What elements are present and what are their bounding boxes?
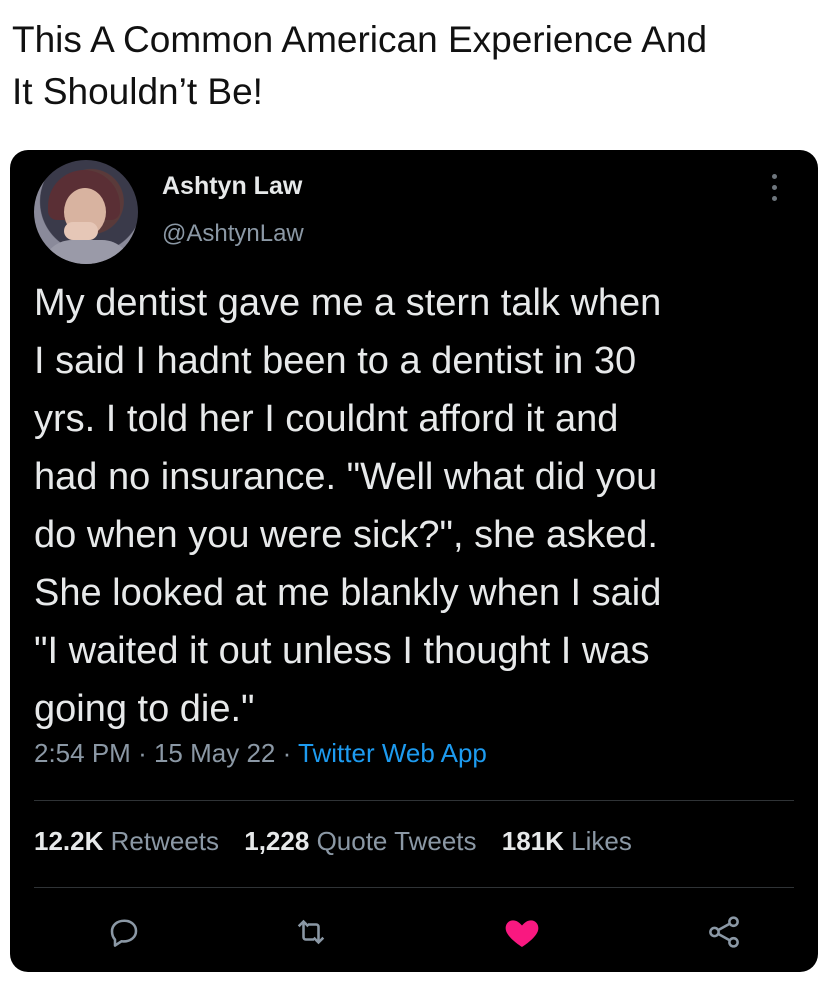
likes-stat[interactable]: 181K Likes: [502, 826, 632, 856]
reply-icon: [110, 919, 138, 947]
retweet-button[interactable]: [289, 910, 333, 954]
quote-tweets-count: 1,228: [244, 826, 310, 856]
heart-icon: [505, 920, 539, 947]
meta-separator: ·: [138, 738, 147, 768]
likes-count: 181K: [501, 826, 564, 856]
tweet-date[interactable]: 15 May 22: [154, 738, 275, 768]
share-button[interactable]: [702, 910, 746, 954]
avatar[interactable]: [34, 160, 138, 264]
caption-line-1: This A Common American Experience And: [12, 19, 708, 60]
quote-tweets-stat[interactable]: 1,228 Quote Tweets: [244, 826, 484, 856]
tweet-stats: 12.2K Retweets 1,228 Quote Tweets 181K L…: [34, 826, 650, 857]
like-button[interactable]: [500, 910, 544, 954]
quote-tweets-label: Quote Tweets: [316, 826, 477, 856]
tweet-source-link[interactable]: Twitter Web App: [298, 738, 487, 768]
retweets-count: 12.2K: [34, 826, 104, 856]
divider: [34, 887, 794, 888]
divider: [34, 800, 794, 801]
likes-label: Likes: [571, 826, 632, 856]
retweets-stat[interactable]: 12.2K Retweets: [34, 826, 226, 856]
tweet-card: Ashtyn Law @AshtynLaw My dentist gave me…: [10, 150, 818, 972]
tweet-meta: 2:54 PM · 15 May 22 · Twitter Web App: [34, 738, 487, 769]
tweet-actions: [34, 910, 794, 954]
tweet-time[interactable]: 2:54 PM: [34, 738, 131, 768]
more-icon[interactable]: [772, 174, 778, 204]
tweet-text: My dentist gave me a stern talk when I s…: [34, 282, 662, 730]
reply-button[interactable]: [102, 910, 146, 954]
meta-separator: ·: [282, 738, 292, 768]
retweets-label: Retweets: [110, 826, 220, 856]
user-handle[interactable]: @AshtynLaw: [162, 220, 304, 248]
display-name[interactable]: Ashtyn Law: [162, 172, 302, 201]
caption-line-2: It Shouldn’t Be!: [12, 71, 263, 112]
post-caption: This A Common American Experience And It…: [12, 14, 820, 118]
retweet-icon: [297, 919, 325, 945]
share-icon: [709, 916, 739, 948]
